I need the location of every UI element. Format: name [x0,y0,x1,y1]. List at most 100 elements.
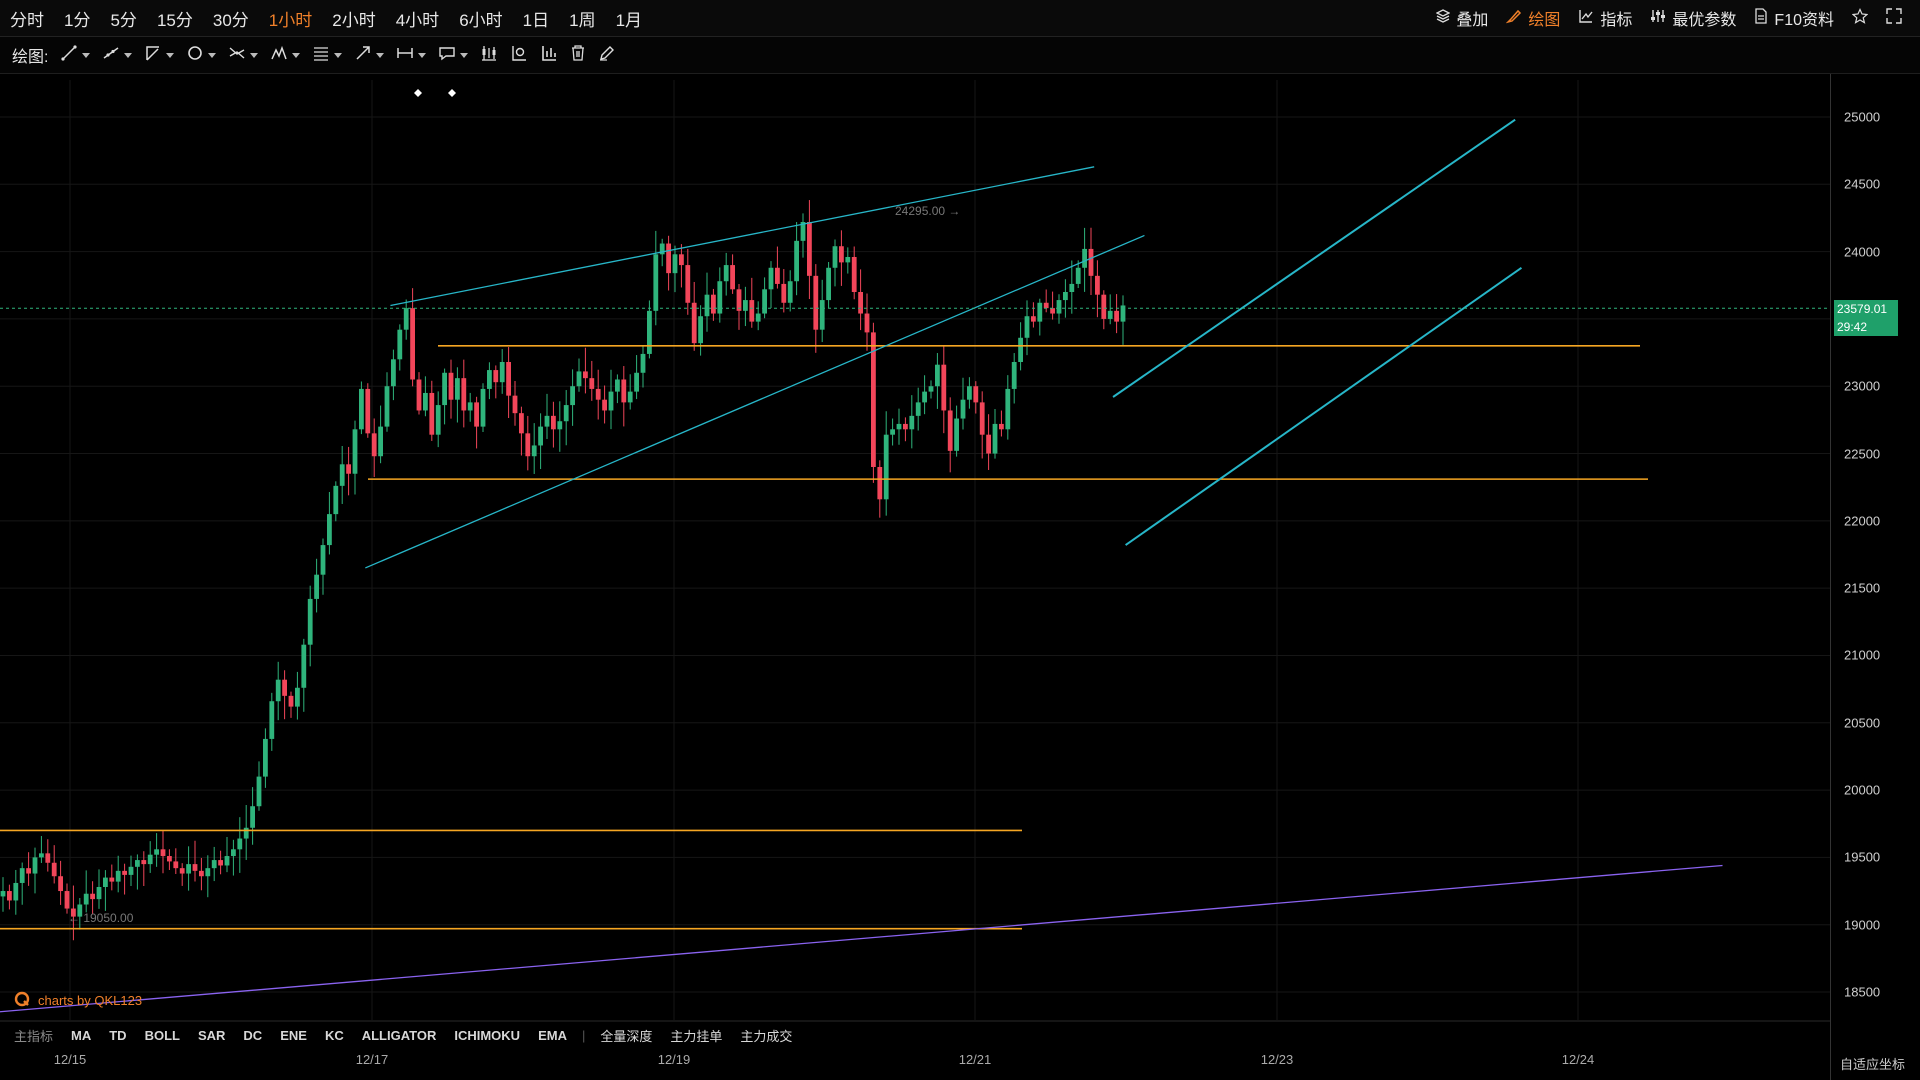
candle-body [1018,337,1023,362]
f10-label: F10资料 [1774,12,1834,29]
indicator-ene[interactable]: ENE [271,1028,316,1043]
ray-tool[interactable] [96,37,138,73]
timeframe-tab[interactable]: 30分 [203,6,259,31]
candle-body [7,891,12,901]
candle-body [1011,362,1017,389]
magnet-tool[interactable] [504,37,534,73]
arrow-tool[interactable] [348,37,390,73]
timeframe-tab[interactable]: 1月 [606,6,652,31]
brand-watermark[interactable]: charts by QKL123 [14,991,142,1010]
candle-body [224,856,230,866]
candle-body [755,313,761,322]
candle-body [871,332,876,467]
candle-body [634,372,639,392]
price-tick-label: 19000 [1844,917,1881,933]
indicators-button[interactable]: 指标 [1578,6,1632,30]
candle-body [583,371,588,379]
crossline-tool[interactable] [222,37,264,73]
indicator-ema[interactable]: EMA [529,1028,576,1043]
candle-body [327,514,332,546]
indicator-ichimoku[interactable]: ICHIMOKU [445,1028,529,1043]
timeframe-tab[interactable]: 1日 [513,6,559,31]
candle-body [1075,267,1081,284]
trash-icon [570,44,586,67]
measure-tool[interactable] [390,37,432,73]
timeframe-tab[interactable]: 分时 [0,6,54,31]
candle-body [896,423,902,430]
candle-body [954,418,959,451]
timeframe-tab[interactable]: 15分 [147,6,203,31]
candle-body [141,860,147,865]
candle-body [480,388,486,427]
layers-icon [1435,8,1451,28]
fib-tool[interactable] [306,37,348,73]
draw-button[interactable]: 绘图 [1505,6,1560,30]
chevron-down-icon [166,52,175,58]
line-tool[interactable] [54,37,96,73]
main-trades-toggle[interactable]: 主力成交 [731,1026,801,1045]
candle-body [295,687,300,707]
candle-body [371,433,377,457]
candle-body [1024,316,1030,338]
timeframe-tab[interactable]: 4小时 [386,6,449,31]
pattern-tool[interactable] [264,37,306,73]
candle-body [947,410,953,451]
indicator-alligator[interactable]: ALLIGATOR [353,1028,446,1043]
candle-tool-icon [480,44,498,67]
candle-body [979,402,985,435]
indicator-sar[interactable]: SAR [189,1028,234,1043]
draw-toolbar: 绘图: [0,37,1920,74]
candle-body [499,362,505,383]
candle-body [531,445,537,457]
pen-tool[interactable] [592,37,622,73]
timeframe-tab[interactable]: 5分 [100,6,146,31]
angle-tool[interactable] [138,37,180,73]
candle-body [544,415,550,427]
candle-body [467,402,473,411]
timeframe-tab[interactable]: 1小时 [259,6,322,31]
fullscreen-button[interactable] [1886,7,1902,29]
candle-body [250,806,255,828]
candle-body [378,426,383,457]
indicators-label: 指标 [1600,12,1633,29]
bars-tool[interactable] [534,37,564,73]
timeframe-tab[interactable]: 2小时 [322,6,385,31]
indicator-kc[interactable]: KC [316,1028,353,1043]
main-orders-toggle[interactable]: 主力挂单 [661,1026,731,1045]
favorite-button[interactable] [1851,7,1869,29]
candle-body [858,292,863,314]
full-depth-toggle[interactable]: 全量深度 [591,1026,661,1045]
candle-body [864,313,870,333]
candle-body [461,378,467,411]
candle-body [736,289,742,311]
candle-body [83,893,89,905]
note-tool[interactable] [432,37,474,73]
timeframe-tab[interactable]: 1周 [559,6,605,31]
candle-body [711,294,716,314]
overlay-button[interactable]: 叠加 [1435,6,1488,30]
indicator-ma[interactable]: MA [62,1028,100,1043]
candle-body [557,421,563,430]
candle-body [167,856,172,862]
f10-button[interactable]: F10资料 [1754,6,1834,30]
candle-body [211,860,217,869]
circle-tool[interactable] [180,37,222,73]
indicator-boll[interactable]: BOLL [136,1028,189,1043]
candle-body [51,862,57,877]
magnet-tool-icon [510,44,528,67]
candle-body [1056,300,1062,314]
timeframe-tab[interactable]: 1分 [54,6,100,31]
delete-drawings-button[interactable] [564,37,592,73]
indicator-dc[interactable]: DC [234,1028,271,1043]
auto-scale-button[interactable]: 自适应坐标 [1840,1054,1905,1073]
timeframe-tab[interactable]: 6小时 [449,6,512,31]
indicator-td[interactable]: TD [100,1028,135,1043]
candle-body [1043,302,1049,309]
best-params-label: 最优参数 [1672,12,1737,29]
best-params-button[interactable]: 最优参数 [1650,6,1736,30]
candle-body [608,391,614,411]
candle-body [487,370,492,389]
candle-body [960,399,966,419]
candle-body [269,701,275,739]
candle-tool[interactable] [474,37,504,73]
